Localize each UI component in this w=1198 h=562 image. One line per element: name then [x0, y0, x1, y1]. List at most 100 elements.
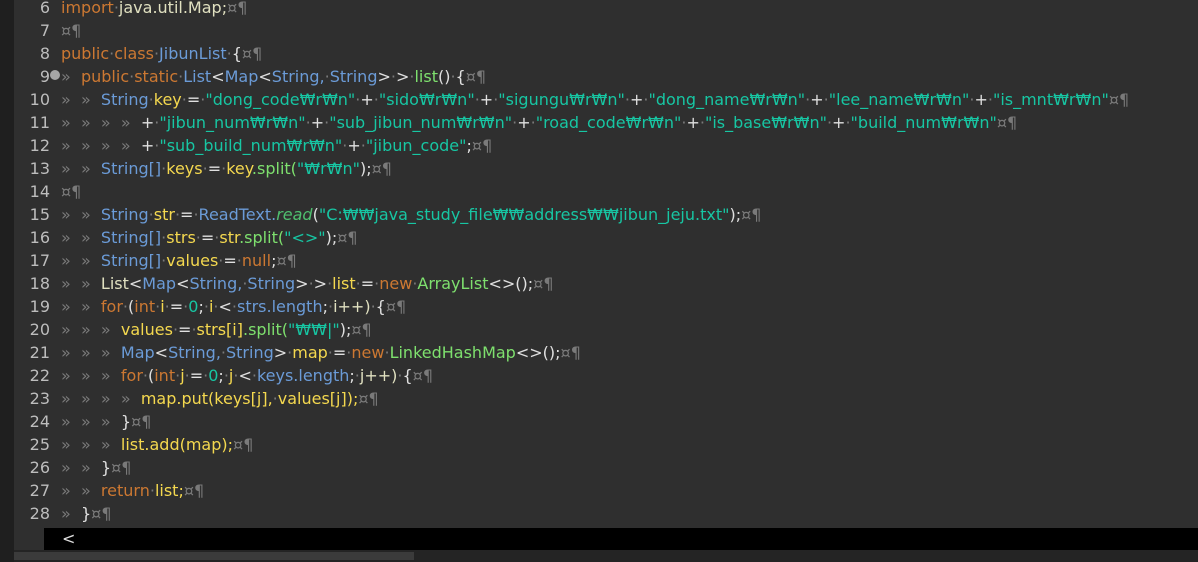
code-line[interactable]: 23 » » » » map.put(keys[j],·values[j]);¤¶ — [14, 387, 1198, 410]
code-line[interactable]: 20 » » » values·=·strs[i].split("₩₩|");¤¶ — [14, 318, 1198, 341]
horizontal-scroll-bar[interactable]: < — [44, 528, 1198, 550]
code-line[interactable]: 11 » » » » +·"jibun_num₩r₩n"·+·"sub_jibun… — [14, 111, 1198, 134]
code-token: List — [100, 274, 129, 293]
whitespace-marker: » » » » — [61, 389, 141, 408]
whitespace-marker: ¤¶ — [183, 481, 205, 500]
code-token: < — [154, 343, 169, 362]
code-token: values — [166, 251, 219, 270]
code-token: new — [351, 343, 385, 362]
code-line[interactable]: 18 » » List<Map<String,·String>·>·list·=·… — [14, 272, 1198, 295]
whitespace-marker: » » » — [61, 343, 121, 362]
whitespace-marker: ¤¶ — [465, 67, 487, 86]
code-text[interactable]: » » String[]·strs·=·str.split("<>");¤¶ — [61, 226, 358, 249]
code-token: list; — [154, 481, 184, 500]
code-line[interactable]: 22 » » » for·(int·j·=·0;·j·<·keys.length;… — [14, 364, 1198, 387]
code-token: "₩r₩n" — [296, 159, 360, 178]
code-text[interactable]: » » String[]·values·=·null;¤¶ — [61, 249, 297, 272]
code-token: = — [180, 205, 194, 224]
code-token: + — [974, 90, 988, 109]
code-token: 0 — [208, 366, 219, 385]
code-text[interactable]: » » » » +·"jibun_num₩r₩n"·+·"sub_jibun_n… — [61, 111, 1017, 134]
code-line[interactable]: 10 » » String·key·=·"dong_code₩r₩n"·+·"si… — [14, 88, 1198, 111]
code-token: ); — [729, 205, 742, 224]
code-line[interactable]: 8 public·class·JibunList·{¤¶ — [14, 42, 1198, 65]
code-text[interactable]: » » » values·=·strs[i].split("₩₩|");¤¶ — [61, 318, 372, 341]
code-text[interactable]: » » » for·(int·j·=·0;·j·<·keys.length;·j… — [61, 364, 433, 387]
code-token: .split( — [251, 159, 297, 178]
whitespace-marker: » » » — [61, 435, 121, 454]
code-token: "is_base₩r₩n" — [704, 113, 827, 132]
code-line[interactable]: 13 » » String[]·keys·=·key.split("₩r₩n");… — [14, 157, 1198, 180]
code-token: < — [238, 366, 252, 385]
scroll-left-arrow-icon[interactable]: < — [62, 528, 75, 550]
code-line[interactable]: 21 » » » Map<String,·String>·map·=·new·Li… — [14, 341, 1198, 364]
code-token: str — [219, 228, 240, 247]
code-token: > — [273, 343, 288, 362]
code-line[interactable]: 7 ¤¶ — [14, 19, 1198, 42]
code-token: < — [218, 297, 232, 316]
code-token: List — [183, 67, 212, 86]
code-text[interactable]: » » » Map<String,·String>·map·=·new·Link… — [61, 341, 581, 364]
code-text[interactable]: » » » list.add(map);¤¶ — [61, 433, 253, 456]
code-text[interactable]: » » List<Map<String,·String>·>·list·=·ne… — [61, 272, 554, 295]
line-number: 10 — [29, 90, 50, 109]
code-text[interactable]: public·class·JibunList·{¤¶ — [61, 42, 262, 65]
code-line[interactable]: 19 » » for·(int·i·=·0;·i·<·strs.length;·i… — [14, 295, 1198, 318]
code-line[interactable]: 9» public·static·List<Map<String,·String… — [14, 65, 1198, 88]
code-token: String, — [271, 67, 325, 86]
code-token: Map — [224, 67, 259, 86]
code-text[interactable]: import·java.util.Map;¤¶ — [61, 0, 247, 19]
code-text[interactable]: » » String·str·=·ReadText.read("C:₩₩java… — [61, 203, 761, 226]
line-number: 21 — [29, 343, 50, 362]
code-text[interactable]: » » String·key·=·"dong_code₩r₩n"·+·"sido… — [61, 88, 1129, 111]
code-token: String[] — [100, 251, 162, 270]
code-token: "build_num₩r₩n" — [850, 113, 997, 132]
code-line[interactable]: 12 » » » » +·"sub_build_num₩r₩n"·+·"jibun… — [14, 134, 1198, 157]
code-text[interactable]: » » return·list;¤¶ — [61, 479, 204, 502]
code-token: for — [120, 366, 143, 385]
code-line[interactable]: 28 » }¤¶ — [14, 502, 1198, 525]
bottom-scrollbar-thumb[interactable] — [14, 552, 414, 560]
code-token: + — [832, 113, 846, 132]
code-line[interactable]: 16 » » String[]·strs·=·str.split("<>");¤¶ — [14, 226, 1198, 249]
code-line[interactable]: 27 » » return·list;¤¶ — [14, 479, 1198, 502]
code-text[interactable]: » » » }¤¶ — [61, 410, 151, 433]
code-token: + — [347, 136, 361, 155]
code-line[interactable]: 24 » » » }¤¶ — [14, 410, 1198, 433]
whitespace-marker: » » — [61, 159, 101, 178]
code-text[interactable]: » }¤¶ — [61, 502, 112, 525]
code-text[interactable]: » » }¤¶ — [61, 456, 131, 479]
code-token: <>(); — [515, 343, 561, 362]
code-text[interactable]: » » » » map.put(keys[j],·values[j]);¤¶ — [61, 387, 379, 410]
code-token: "sub_jibun_num₩r₩n" — [329, 113, 513, 132]
code-token: import — [61, 0, 114, 17]
code-line[interactable]: 14 ¤¶ — [14, 180, 1198, 203]
code-token: String — [329, 67, 378, 86]
whitespace-marker: » — [61, 504, 81, 523]
code-text[interactable]: » » String[]·keys·=·key.split("₩r₩n");¤¶ — [61, 157, 392, 180]
line-number: 18 — [29, 274, 50, 293]
whitespace-marker: » » — [61, 481, 101, 500]
code-line[interactable]: 17 » » String[]·values·=·null;¤¶ — [14, 249, 1198, 272]
code-token: "jibun_num₩r₩n" — [159, 113, 306, 132]
code-text[interactable]: » public·static·List<Map<String,·String>… — [61, 65, 486, 88]
code-text[interactable]: ¤¶ — [61, 19, 81, 42]
code-token: values — [120, 320, 173, 339]
code-line[interactable]: 25 » » » list.add(map);¤¶ — [14, 433, 1198, 456]
code-text[interactable]: » » » » +·"sub_build_num₩r₩n"·+·"jibun_c… — [61, 134, 492, 157]
code-text[interactable]: » » for·(int·i·=·0;·i·<·strs.length;·i++… — [61, 295, 406, 318]
whitespace-marker: ¤¶ — [276, 251, 297, 270]
code-line[interactable]: 15 » » String·str·=·ReadText.read("C:₩₩ja… — [14, 203, 1198, 226]
code-editor[interactable]: 6 import·java.util.Map;¤¶ 7 ¤¶ 8 public·class… — [14, 0, 1198, 528]
code-token: = — [207, 159, 222, 178]
code-token: + — [360, 90, 374, 109]
fold-toggle-icon[interactable] — [50, 70, 60, 80]
code-line[interactable]: 6 import·java.util.Map;¤¶ — [14, 0, 1198, 19]
line-number: 19 — [29, 297, 50, 316]
code-text[interactable]: ¤¶ — [61, 180, 81, 203]
code-line[interactable]: 26 » » }¤¶ — [14, 456, 1198, 479]
code-token: "road_code₩r₩n" — [535, 113, 682, 132]
code-token: list — [332, 274, 356, 293]
editor-left-gutter-strip — [0, 0, 14, 562]
bottom-scrollbar-track[interactable] — [14, 550, 1198, 562]
